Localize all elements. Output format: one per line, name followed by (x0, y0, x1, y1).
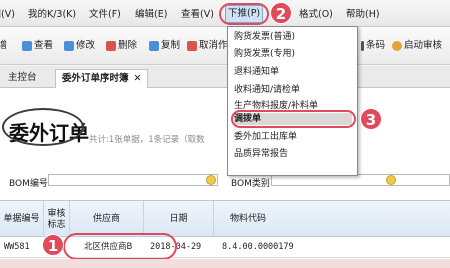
tab-console[interactable]: 主控台 (2, 69, 43, 88)
step-badge-2: 2 (270, 2, 292, 24)
toolbar: 新增 查看 修改 删除 复制 取消作废 条码 启动审核 (0, 27, 450, 65)
delete-icon (106, 41, 116, 51)
grid-header: 单据编号 审核标志 供应商 日期 物料代码 (0, 200, 450, 238)
menu-item-return-notice[interactable]: 退料通知单 (228, 65, 357, 80)
close-icon[interactable]: ✕ (134, 73, 142, 84)
push-down-menu: 购货发票(普通) 购货发票(专用) 退料通知单 收料通知/请检单 生产物料报废/… (227, 26, 358, 176)
title-highlight-oval (2, 108, 84, 146)
menu-item-outsourcing-outbound[interactable]: 委外加工出库单 (228, 130, 357, 145)
step-badge-3: 3 (360, 108, 382, 130)
record-summary: 共计:1张单据，1条记录（取数 (89, 135, 205, 145)
menu-item-receipt-inspection[interactable]: 收料通知/请检单 (228, 83, 357, 98)
cell-material: 8.4.00.0000179 (222, 242, 294, 252)
menu-item-purchase-invoice-normal[interactable]: 购货发票(普通) (228, 30, 357, 45)
barcode-button[interactable]: 条码 (361, 39, 385, 53)
tab-bar: 主控台 委外订单序时簿 ✕ (0, 66, 450, 88)
cancel-icon (187, 41, 197, 51)
copy-button[interactable]: 复制 (149, 39, 180, 53)
menu-query[interactable]: 查看(V) (181, 7, 214, 22)
menu-file[interactable]: 文件(F) (89, 7, 121, 22)
bom-no-input[interactable] (48, 174, 218, 186)
transfer-order-highlight-oval (231, 110, 356, 128)
delete-button[interactable]: 删除 (106, 39, 137, 53)
edit-icon (64, 41, 74, 51)
menu-edit[interactable]: 编辑(E) (135, 7, 167, 22)
audit-icon (392, 41, 402, 51)
menu-my-k3[interactable]: 我的K/3(K) (28, 7, 76, 22)
menu-view[interactable]: 视图(V) (0, 7, 15, 22)
tab-outsourcing-order-list[interactable]: 委外订单序时簿 ✕ (55, 69, 149, 88)
copy-icon (149, 41, 159, 51)
menu-help[interactable]: 帮助(H) (346, 7, 380, 22)
menu-item-quality-exception[interactable]: 品质异常报告 (228, 147, 357, 162)
start-audit-button[interactable]: 启动审核 (392, 39, 442, 53)
view-button[interactable]: 查看 (22, 39, 53, 53)
grid-footer (0, 259, 450, 268)
col-bill-no[interactable]: 单据编号 (0, 201, 44, 238)
cell-bill-no: WW581 (4, 242, 30, 252)
bom-category-label: BOM类别 (231, 179, 270, 189)
col-audit-flag[interactable]: 审核标志 (44, 201, 70, 238)
tab-label: 委外订单序时簿 (62, 73, 129, 84)
view-icon (22, 41, 32, 51)
bom-no-dropdown-icon[interactable] (206, 175, 216, 185)
menu-item-purchase-invoice-special[interactable]: 购货发票(专用) (228, 47, 357, 62)
step-badge-1: 1 (42, 234, 64, 256)
bom-no-label: BOM编号 (9, 179, 48, 189)
edit-button[interactable]: 修改 (64, 39, 95, 53)
col-material-code[interactable]: 物料代码 (214, 201, 450, 238)
row-highlight-oval (63, 233, 177, 260)
new-button[interactable]: 新增 (0, 39, 7, 53)
bom-category-dropdown-icon[interactable] (386, 175, 396, 185)
push-down-highlight-oval (219, 3, 269, 25)
barcode-icon (361, 41, 364, 51)
menu-format[interactable]: 格式(O) (299, 7, 333, 22)
